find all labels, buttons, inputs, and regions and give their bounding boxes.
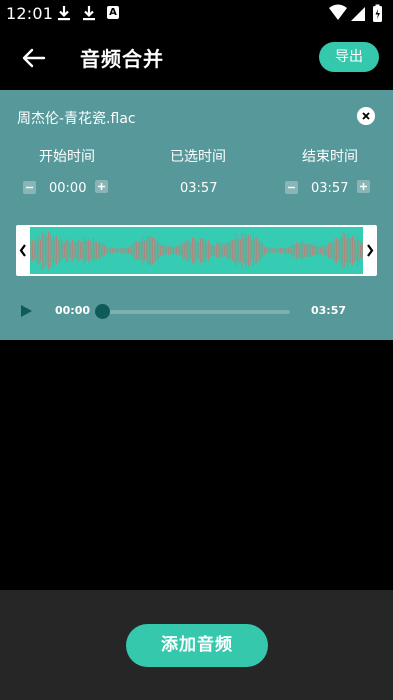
- status-icons: [329, 4, 382, 22]
- start-time-label: 开始时间: [39, 149, 95, 165]
- current-time: 00:00: [55, 304, 91, 317]
- close-icon[interactable]: [357, 107, 375, 125]
- duration-time: 03:57: [311, 304, 347, 317]
- a-notification-icon: A: [107, 6, 119, 19]
- end-plus-button[interactable]: [357, 180, 370, 193]
- minus-icon: [288, 186, 295, 189]
- range-end-handle[interactable]: [363, 225, 377, 276]
- selected-time-label: 已选时间: [170, 149, 226, 165]
- waveform-graphic: [30, 231, 363, 270]
- end-time-value: 03:57: [311, 181, 349, 196]
- battery-icon: [373, 4, 382, 22]
- minus-icon: [26, 186, 33, 189]
- back-arrow-icon[interactable]: [20, 44, 48, 72]
- seek-bar-thumb[interactable]: [95, 304, 110, 319]
- waveform: [30, 227, 363, 274]
- plus-icon: [98, 183, 105, 190]
- chevron-right-icon: [367, 244, 374, 257]
- download-icon: [83, 6, 95, 21]
- audio-item-card: 周杰伦-青花瓷.flac 开始时间 已选时间 结束时间 00:00 03:57 …: [0, 90, 393, 340]
- chevron-left-icon: [19, 244, 26, 257]
- start-plus-button[interactable]: [95, 180, 108, 193]
- export-button[interactable]: 导出: [319, 42, 379, 72]
- signal-icon: [351, 7, 365, 21]
- start-minus-button[interactable]: [23, 181, 36, 194]
- seek-bar-track[interactable]: [97, 310, 290, 314]
- status-time: 12:01: [6, 4, 54, 23]
- start-time-value: 00:00: [49, 181, 87, 196]
- wifi-icon: [329, 4, 347, 20]
- end-time-label: 结束时间: [302, 149, 358, 165]
- end-minus-button[interactable]: [285, 181, 298, 194]
- page-title: 音频合并: [80, 47, 164, 71]
- selected-time-value: 03:57: [180, 181, 218, 196]
- add-audio-button[interactable]: 添加音频: [126, 624, 268, 667]
- range-start-handle[interactable]: [16, 225, 30, 276]
- play-icon[interactable]: [19, 304, 33, 318]
- app-bar: 音频合并 导出: [0, 28, 393, 88]
- waveform-range-selector[interactable]: [16, 225, 377, 276]
- bottom-bar: 添加音频: [0, 590, 393, 700]
- status-bar: 12:01 A: [0, 0, 393, 28]
- file-name: 周杰伦-青花瓷.flac: [17, 111, 136, 127]
- download-icon: [58, 6, 70, 21]
- plus-icon: [360, 183, 367, 190]
